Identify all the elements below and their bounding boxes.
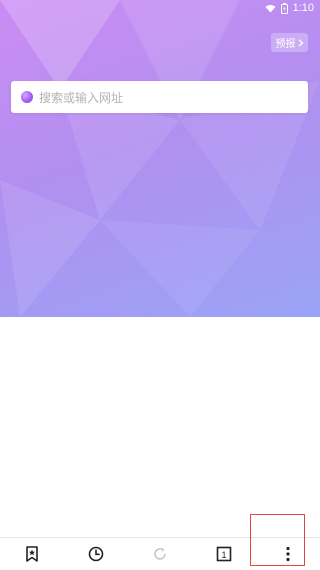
- status-time: 1:10: [292, 2, 314, 14]
- search-bar[interactable]: 搜索或输入网址: [11, 81, 308, 113]
- browser-logo-icon: [21, 91, 33, 103]
- forecast-button[interactable]: 预报: [271, 33, 308, 52]
- tabs-button[interactable]: 1: [192, 538, 256, 570]
- tab-count-icon: 1: [216, 546, 232, 562]
- history-clock-icon: [88, 546, 104, 562]
- highlight-box: [250, 514, 305, 566]
- refresh-icon: [154, 547, 166, 560]
- hero-background: 1:10 预报 搜索或输入网址: [0, 0, 320, 317]
- forecast-label: 预报: [275, 39, 296, 50]
- bookmarks-button[interactable]: [0, 538, 64, 570]
- search-placeholder: 搜索或输入网址: [39, 90, 124, 105]
- tab-count: 1: [221, 550, 226, 560]
- refresh-button[interactable]: [128, 538, 192, 570]
- chevron-right-icon: [298, 38, 303, 47]
- wifi-icon: [265, 4, 276, 12]
- bookmark-star-icon: [26, 546, 38, 562]
- history-button[interactable]: [64, 538, 128, 570]
- battery-icon: [280, 2, 288, 14]
- status-bar: 1:10: [0, 0, 320, 18]
- status-icons: 1:10: [265, 2, 314, 14]
